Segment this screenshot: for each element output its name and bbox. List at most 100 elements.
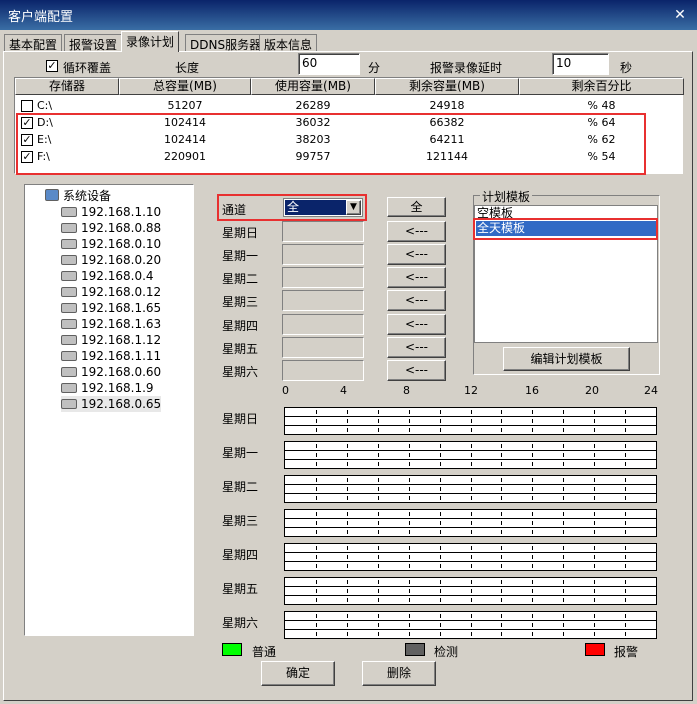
col-percent[interactable]: 剩余百分比 xyxy=(519,78,684,95)
timeline-grid[interactable] xyxy=(284,611,657,639)
tree-device[interactable]: 192.168.0.10 xyxy=(61,236,161,252)
grid-line xyxy=(285,518,656,519)
timeline-day-label: 星期五 xyxy=(222,582,259,596)
tree-device[interactable]: 192.168.1.10 xyxy=(61,204,161,220)
hour-tick xyxy=(378,564,379,568)
apply-template-button[interactable]: <--- xyxy=(387,314,446,335)
tab-record-plan[interactable]: 录像计划 xyxy=(121,31,180,52)
tab-ddns[interactable]: DDNS服务器 xyxy=(185,34,267,52)
hour-tick xyxy=(440,496,441,500)
timeline-grid[interactable] xyxy=(284,577,657,605)
timeline-grid[interactable] xyxy=(284,441,657,469)
hour-tick xyxy=(347,632,348,636)
delete-button[interactable]: 删除 xyxy=(362,661,436,686)
grid-line xyxy=(285,484,656,485)
hour-tick xyxy=(347,555,348,559)
timeline-day-label: 星期二 xyxy=(222,480,259,494)
hour-tick xyxy=(409,530,410,534)
delay-input[interactable]: 10 xyxy=(552,53,609,75)
hour-tick xyxy=(440,632,441,636)
timeline-grid[interactable] xyxy=(284,475,657,503)
hour-tick xyxy=(440,555,441,559)
device-tree[interactable]: 系统设备 192.168.1.10 192.168.0.88 192.168.0… xyxy=(24,184,194,636)
legend-motion-label: 检测 xyxy=(434,645,459,659)
tree-device[interactable]: 192.168.1.63 xyxy=(61,316,161,332)
timeline-grid[interactable] xyxy=(284,407,657,435)
col-storage[interactable]: 存储器 xyxy=(15,78,119,95)
tab-alarm[interactable]: 报警设置 xyxy=(64,34,123,52)
hour-tick xyxy=(440,614,441,618)
hour-tick xyxy=(316,512,317,516)
hour-tick xyxy=(625,496,626,500)
tree-device[interactable]: 192.168.0.12 xyxy=(61,284,161,300)
apply-template-button[interactable]: <--- xyxy=(387,337,446,358)
hour-tick xyxy=(563,632,564,636)
channel-all-button[interactable]: 全 xyxy=(387,197,446,217)
hour-tick xyxy=(378,546,379,550)
day-template-field[interactable] xyxy=(282,221,364,242)
timeline-day-label: 星期一 xyxy=(222,446,259,460)
hour-tick xyxy=(532,496,533,500)
hour-tick xyxy=(440,530,441,534)
tree-device[interactable]: 192.168.0.60 xyxy=(61,364,161,380)
hour-tick xyxy=(347,419,348,423)
timeline-grid[interactable] xyxy=(284,509,657,537)
hour-tick xyxy=(471,530,472,534)
apply-template-button[interactable]: <--- xyxy=(387,221,446,242)
hour-tick xyxy=(532,623,533,627)
hour-tick xyxy=(347,530,348,534)
tree-device[interactable]: 192.168.0.4 xyxy=(61,268,154,284)
day-template-field[interactable] xyxy=(282,290,364,311)
day-template-field[interactable] xyxy=(282,244,364,265)
tab-version[interactable]: 版本信息 xyxy=(259,34,318,52)
day-template-field[interactable] xyxy=(282,360,364,381)
col-total[interactable]: 总容量(MB) xyxy=(119,78,251,95)
hour-tick xyxy=(440,623,441,627)
day-template-field[interactable] xyxy=(282,314,364,335)
tree-device[interactable]: 192.168.0.88 xyxy=(61,220,161,236)
tree-device[interactable]: 192.168.1.9 xyxy=(61,380,154,396)
hour-tick xyxy=(563,410,564,414)
tab-basic[interactable]: 基本配置 xyxy=(4,34,63,52)
hour-tick xyxy=(501,598,502,602)
dvr-icon xyxy=(61,319,77,329)
hour-tick xyxy=(471,410,472,414)
tree-device[interactable]: 192.168.0.20 xyxy=(61,252,161,268)
apply-template-button[interactable]: <--- xyxy=(387,360,446,381)
loop-checkbox[interactable]: ✓ xyxy=(46,60,58,72)
col-used[interactable]: 使用容量(MB) xyxy=(251,78,375,95)
day-template-field[interactable] xyxy=(282,337,364,358)
edit-template-button[interactable]: 编辑计划模板 xyxy=(503,347,630,371)
col-free[interactable]: 剩余容量(MB) xyxy=(375,78,519,95)
tree-root[interactable]: 系统设备 xyxy=(45,188,111,204)
day-template-field[interactable] xyxy=(282,267,364,288)
hour-tick xyxy=(563,521,564,525)
tree-device[interactable]: 192.168.1.12 xyxy=(61,332,161,348)
apply-template-button[interactable]: <--- xyxy=(387,267,446,288)
storage-row[interactable]: C:\ 51207 26289 24918 % 48 xyxy=(15,97,684,114)
hour-tick xyxy=(625,512,626,516)
hour-tick xyxy=(532,564,533,568)
dvr-icon xyxy=(61,287,77,297)
hour-tick xyxy=(563,462,564,466)
hour-tick xyxy=(625,419,626,423)
hour-tick xyxy=(501,453,502,457)
hour-tick xyxy=(471,589,472,593)
hour-tick xyxy=(378,478,379,482)
hour-tick xyxy=(347,623,348,627)
timeline-grid[interactable] xyxy=(284,543,657,571)
hour-tick xyxy=(563,598,564,602)
apply-template-button[interactable]: <--- xyxy=(387,244,446,265)
length-input[interactable]: 60 xyxy=(298,53,360,75)
network-folder-icon xyxy=(45,189,59,201)
hour-tick xyxy=(440,598,441,602)
hour-tick xyxy=(563,546,564,550)
tree-device[interactable]: 192.168.1.65 xyxy=(61,300,161,316)
hour-tick xyxy=(563,614,564,618)
drive-checkbox[interactable] xyxy=(21,100,33,112)
apply-template-button[interactable]: <--- xyxy=(387,290,446,311)
tree-device-selected[interactable]: 192.168.0.65 xyxy=(61,396,162,412)
tree-device[interactable]: 192.168.1.11 xyxy=(61,348,161,364)
dvr-icon xyxy=(61,335,77,345)
ok-button[interactable]: 确定 xyxy=(261,661,335,686)
